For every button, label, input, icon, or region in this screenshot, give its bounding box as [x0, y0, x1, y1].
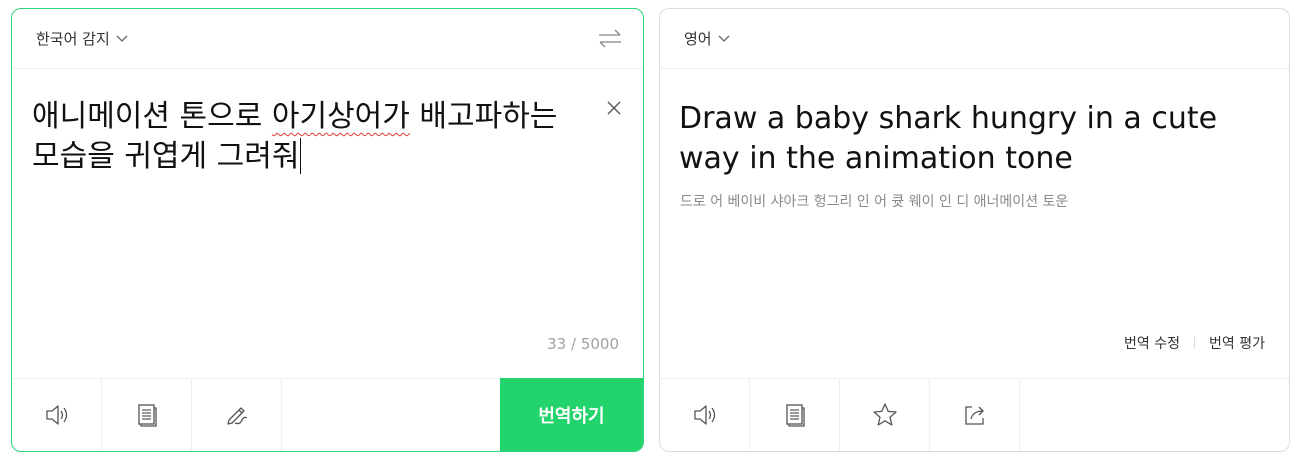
source-text-part1: 애니메이션 톤으로: [32, 99, 272, 134]
target-header: 영어: [660, 9, 1289, 69]
source-language-label: 한국어 감지: [36, 30, 110, 48]
document-icon: [137, 404, 157, 427]
favorite-button[interactable]: [840, 379, 930, 451]
speaker-icon: [693, 405, 715, 425]
chevron-down-icon: [718, 35, 730, 42]
share-icon: [964, 406, 984, 425]
target-panel: 영어 Draw a baby shark hungry in a cute wa…: [659, 8, 1290, 452]
speaker-icon: [45, 405, 67, 425]
target-language-select[interactable]: 영어: [684, 28, 730, 49]
pronunciation-text: 드로 어 베이비 샤아크 헝그리 인 어 큣 웨이 인 디 애너메이션 토운: [680, 194, 1069, 210]
edit-translation-link[interactable]: 번역 수정: [1124, 333, 1180, 353]
source-panel: 한국어 감지 애니메이션 톤으로 아기상어가 배고파하는 모습을 귀엽게 그려줘…: [11, 8, 644, 452]
handwriting-button[interactable]: [192, 379, 282, 451]
divider: [1194, 337, 1196, 349]
translation-output: Draw a baby shark hungry in a cute way i…: [679, 101, 1218, 176]
translate-button[interactable]: 번역하기: [500, 378, 643, 451]
target-language-label: 영어: [684, 30, 712, 48]
swap-languages-icon[interactable]: [597, 27, 623, 49]
translation-feedback: 번역 수정 번역 평가: [1124, 333, 1265, 353]
dictionary-source-button[interactable]: [102, 379, 192, 451]
listen-target-button[interactable]: [660, 379, 750, 451]
close-icon[interactable]: [607, 101, 621, 115]
chevron-down-icon: [116, 35, 128, 42]
pen-icon: [226, 407, 247, 425]
source-header: 한국어 감지: [12, 9, 643, 69]
text-caret: [300, 138, 302, 174]
listen-source-button[interactable]: [12, 379, 102, 451]
rate-translation-link[interactable]: 번역 평가: [1209, 333, 1265, 353]
star-icon: [872, 403, 897, 426]
spell-error-word[interactable]: 아기상어가: [272, 99, 410, 134]
target-toolbar: [660, 378, 1289, 451]
source-text-input[interactable]: 애니메이션 톤으로 아기상어가 배고파하는 모습을 귀엽게 그려줘: [32, 97, 592, 177]
document-icon: [785, 404, 805, 427]
share-button[interactable]: [930, 379, 1020, 451]
source-language-select[interactable]: 한국어 감지: [36, 28, 128, 49]
character-count: 33 / 5000: [547, 335, 619, 353]
copy-translation-button[interactable]: [750, 379, 840, 451]
